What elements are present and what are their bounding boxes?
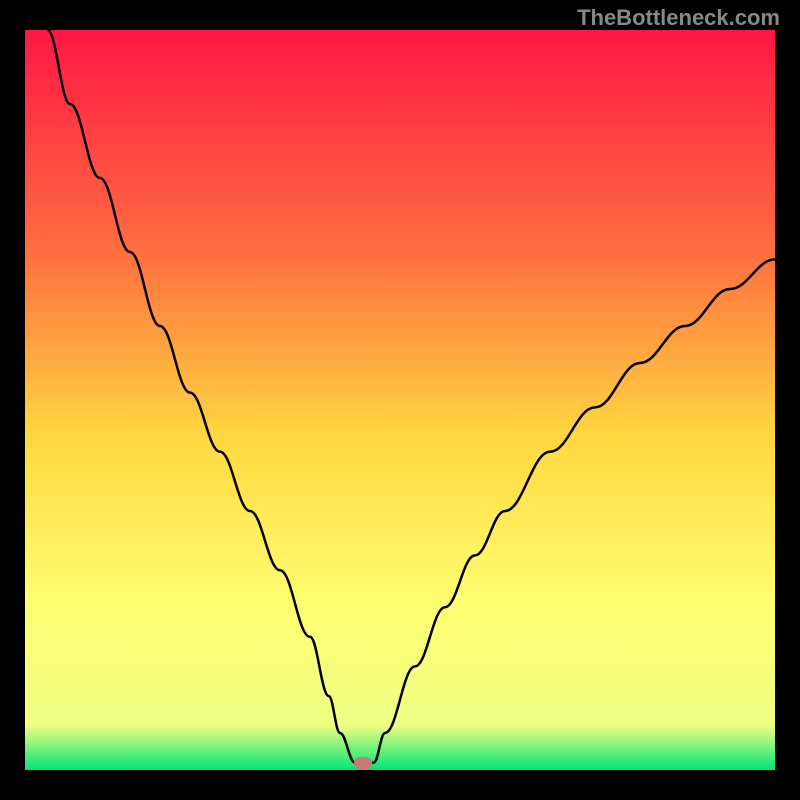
optimal-marker: [354, 757, 372, 769]
gradient-background: [25, 30, 775, 770]
plot-area: [25, 30, 775, 770]
watermark-text: TheBottleneck.com: [577, 5, 780, 31]
